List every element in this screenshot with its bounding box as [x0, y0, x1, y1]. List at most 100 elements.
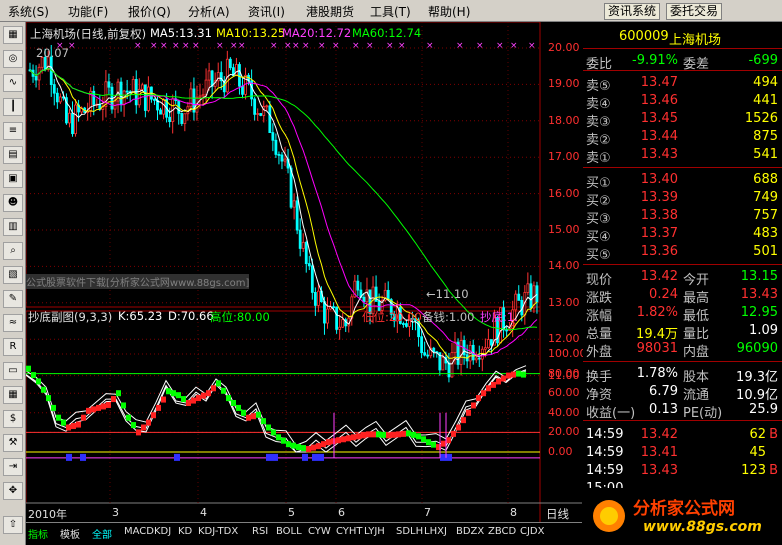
stat-label: 外盘: [586, 345, 613, 360]
stock-name: 上海机场: [669, 33, 722, 48]
indicator-tab[interactable]: LHXJ: [424, 526, 447, 537]
svg-text:×: ×: [270, 41, 278, 51]
menu-analysis[interactable]: 分析(A): [188, 3, 230, 20]
menu-bar: 系统(S) 功能(F) 报价(Q) 分析(A) 资讯(I) 港股期货 工具(T)…: [0, 0, 782, 22]
svg-text:×: ×: [318, 41, 326, 51]
indicator-tab[interactable]: 指标: [28, 526, 48, 541]
compass-icon[interactable]: ◎: [3, 50, 23, 68]
indicator-tab[interactable]: 模板: [60, 526, 80, 541]
indicator-tab[interactable]: ZBCD: [488, 526, 516, 537]
menu-function[interactable]: 功能(F): [68, 3, 108, 20]
y-tick-label: 18.00: [548, 113, 580, 127]
bid-row: 买④ 13.37 483: [583, 225, 782, 245]
stat-value: 1.09: [749, 323, 778, 338]
monitor-icon[interactable]: ▭: [3, 362, 23, 380]
indicator-tab[interactable]: BOLL: [276, 526, 302, 537]
indicator-tab[interactable]: KD: [178, 526, 192, 537]
bid-price: 13.37: [640, 226, 678, 241]
separator: [583, 70, 782, 71]
rsi-icon[interactable]: R: [3, 338, 23, 356]
wei-bi-value: -9.91%: [632, 53, 678, 68]
x-tick-label: 8: [510, 506, 517, 519]
edit-icon[interactable]: ✎: [3, 290, 23, 308]
chart-icon[interactable]: ▦: [3, 26, 23, 44]
indicator-tab[interactable]: 全部: [92, 526, 112, 541]
stat-value: 96090: [736, 341, 778, 356]
sub-y-tick-label: 20.00: [548, 425, 580, 439]
magnifier-icon[interactable]: ⌕: [3, 242, 23, 260]
menu-quote[interactable]: 报价(Q): [128, 3, 171, 20]
svg-text:×: ×: [160, 41, 168, 51]
menu-info[interactable]: 资讯(I): [248, 3, 285, 20]
stat-value: 1.82%: [636, 305, 678, 320]
indicator-tab[interactable]: CJDX: [520, 526, 544, 537]
separator: [583, 167, 782, 168]
menu-system[interactable]: 系统(S): [8, 3, 49, 20]
chart-area: × × × × × × × × × × × × × × × × × × × × × × × × × × × 上海机场(日线,前复权)…: [26, 22, 587, 522]
up-arrow-icon[interactable]: ⇧: [3, 516, 23, 534]
indicator-tab[interactable]: LYJH: [364, 526, 385, 537]
indicator-tab[interactable]: KDJ: [154, 526, 171, 537]
wrench-icon[interactable]: ⚒: [3, 434, 23, 452]
wave-icon[interactable]: ≈: [3, 314, 23, 332]
line-chart-icon[interactable]: ∿: [3, 74, 23, 92]
quote-panel: 600009 上海机场 委比 -9.91% 委差 -699 卖⑤ 13.47 494 卖④ 13.4…: [583, 22, 782, 522]
stat-row: 涨跌 0.24 最高 13.43: [583, 286, 782, 306]
dollar-icon[interactable]: $: [3, 410, 23, 428]
candle-icon[interactable]: ┃: [3, 98, 23, 116]
y-tick-label: 20.00: [548, 41, 580, 54]
indicator-tab[interactable]: SDLH: [396, 526, 423, 537]
svg-text:×: ×: [476, 41, 484, 51]
people-icon[interactable]: ☻: [3, 194, 23, 212]
stat-value: 25.9: [749, 402, 778, 417]
tick-time: 14:59: [586, 427, 624, 442]
stat-value: 98031: [636, 341, 678, 356]
svg-text:×: ×: [182, 41, 190, 51]
menu-tools[interactable]: 工具(T): [370, 3, 411, 20]
arrow-icon[interactable]: ✥: [3, 482, 23, 500]
ask-price: 13.43: [640, 147, 678, 162]
ask-row: 卖② 13.44 875: [583, 128, 782, 148]
ask-row: 卖④ 13.46 441: [583, 92, 782, 112]
indicator-tab[interactable]: CYW: [308, 526, 331, 537]
stat-row: 现价 13.42 今开 13.15: [583, 268, 782, 288]
trade-button[interactable]: 委托交易: [666, 3, 723, 20]
table-icon[interactable]: ▤: [3, 146, 23, 164]
list-icon[interactable]: ≡: [3, 122, 23, 140]
ask-price: 13.47: [640, 75, 678, 90]
calculator-icon[interactable]: ▥: [3, 218, 23, 236]
svg-text:×: ×: [172, 41, 180, 51]
export-icon[interactable]: ⇥: [3, 458, 23, 476]
menu-help[interactable]: 帮助(H): [428, 3, 470, 20]
k-label: K:65.23: [118, 309, 163, 323]
bid-volume: 501: [753, 244, 778, 259]
bid-price: 13.36: [640, 244, 678, 259]
info-system-button[interactable]: 资讯系统: [604, 3, 661, 20]
sub-y-tick-label: 40.00: [548, 405, 580, 419]
x-tick-label: 5: [288, 506, 295, 519]
x-tick-label: 3: [112, 506, 119, 519]
bid-volume: 749: [753, 190, 778, 205]
grid-icon[interactable]: ▦: [3, 386, 23, 404]
indicator-tab[interactable]: BDZX: [456, 526, 484, 537]
watermark: 公式股票软件下载[分析家公式网www.88gs.com]: [26, 274, 250, 289]
ask-price: 13.46: [640, 93, 678, 108]
stat-value: 6.79: [649, 384, 678, 399]
period-label[interactable]: 日线: [546, 506, 569, 522]
wei-cha-value: -699: [748, 53, 778, 68]
indicator-tabs: 指标 模板 全部 MACD KDJ KD KDJ-TDX RSI BOLL CYW CYHT LYJH…: [26, 522, 582, 545]
bid-volume: 688: [753, 172, 778, 187]
x-tick-label: 2010年: [28, 508, 67, 521]
indicator-tab[interactable]: MACD: [124, 526, 154, 537]
tick-price: 13.42: [640, 427, 678, 442]
ask-volume: 875: [753, 129, 778, 144]
indicator-tab[interactable]: KDJ-TDX: [198, 526, 238, 537]
document-icon[interactable]: ▣: [3, 170, 23, 188]
stock-icon[interactable]: ▧: [3, 266, 23, 284]
indicator-tab[interactable]: RSI: [252, 526, 268, 537]
indicator-tab[interactable]: CYHT: [336, 526, 363, 537]
separator: [583, 48, 782, 49]
tick-time: 14:59: [586, 463, 624, 478]
menu-hk-futures[interactable]: 港股期货: [306, 3, 354, 20]
tick-row: 14:59 13.41 45: [583, 444, 782, 462]
